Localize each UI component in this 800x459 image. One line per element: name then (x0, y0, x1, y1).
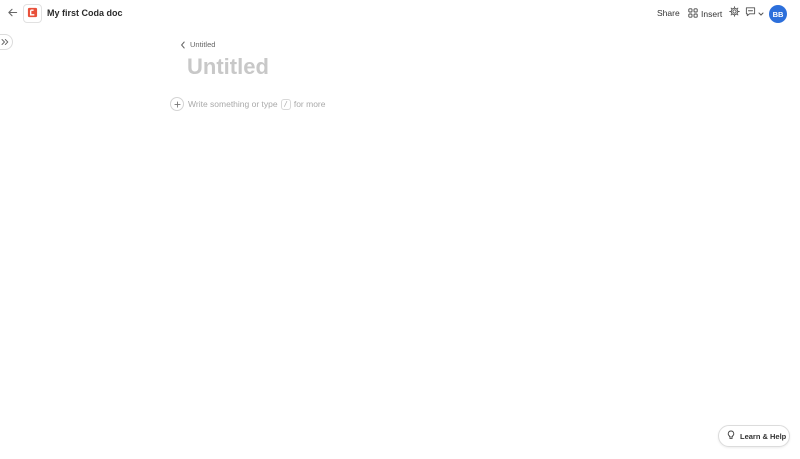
doc-icon-button[interactable] (23, 4, 42, 23)
share-button[interactable]: Share (657, 8, 680, 18)
lightbulb-icon (727, 427, 735, 445)
arrow-left-icon (7, 5, 18, 23)
learn-help-button[interactable]: Learn & Help (718, 425, 790, 447)
grid-icon (688, 5, 698, 23)
insert-button[interactable]: Insert (688, 7, 722, 20)
sidebar-toggle[interactable] (0, 34, 13, 50)
slash-key-hint: / (280, 98, 291, 110)
gear-icon (728, 4, 740, 22)
chevron-left-icon (180, 36, 186, 54)
doc-title[interactable]: My first Coda doc (47, 8, 123, 18)
breadcrumb[interactable]: Untitled (180, 39, 215, 50)
avatar[interactable]: BB (769, 5, 787, 23)
comments-button[interactable] (745, 7, 764, 19)
back-button[interactable] (5, 7, 19, 21)
editor-placeholder[interactable]: Write something or type / for more (188, 98, 325, 110)
placeholder-text-suffix: for more (293, 99, 326, 109)
app-window: My first Coda doc Share Insert BB Untitl… (0, 0, 800, 459)
breadcrumb-label: Untitled (190, 40, 216, 49)
comment-icon (745, 4, 756, 22)
chevron-down-icon (758, 4, 764, 22)
page-title[interactable]: Untitled (187, 54, 269, 80)
settings-button[interactable] (728, 4, 740, 22)
insert-label: Insert (701, 8, 723, 19)
add-block-button[interactable] (170, 97, 184, 111)
top-bar: My first Coda doc Share Insert BB (0, 0, 800, 28)
learn-help-label: Learn & Help (740, 431, 787, 441)
double-chevron-right-icon (1, 33, 9, 51)
coda-doc-icon (27, 5, 38, 23)
plus-icon (173, 95, 181, 113)
placeholder-text: Write something or type (188, 99, 278, 109)
